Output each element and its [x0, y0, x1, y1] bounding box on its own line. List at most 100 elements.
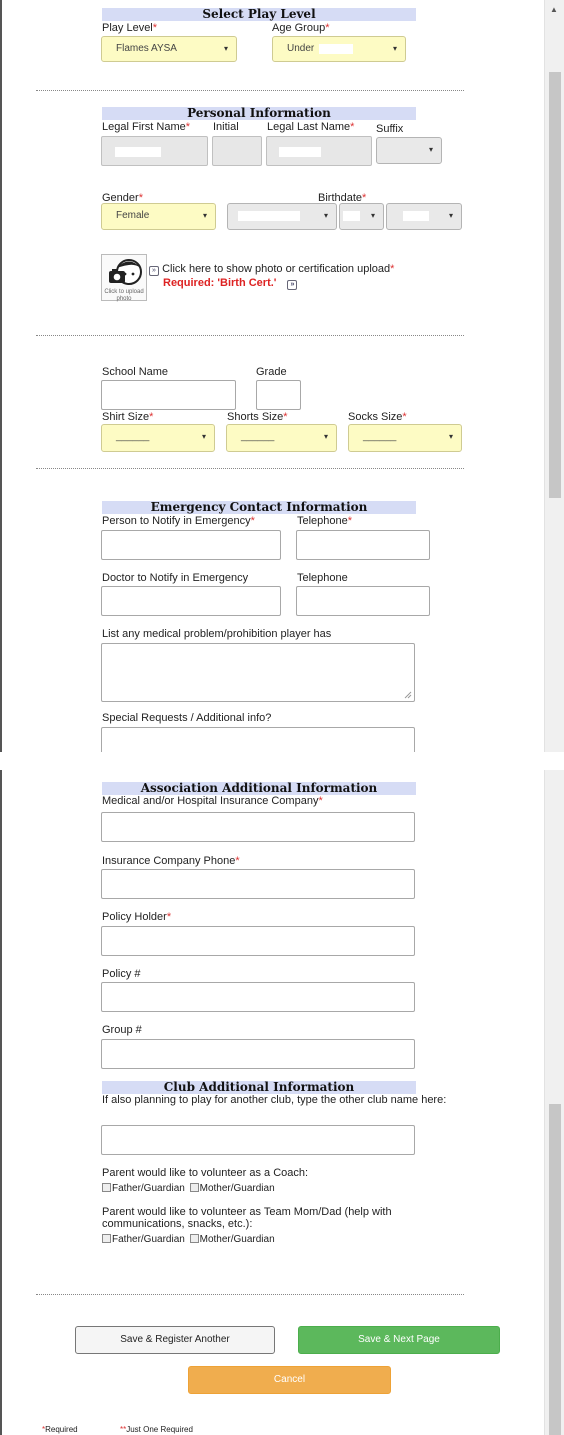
insurance-phone-label: Insurance Company Phone* [102, 855, 240, 867]
medical-textarea[interactable] [101, 643, 415, 702]
association-header: Association Additional Information [102, 782, 416, 795]
coach-father-label: Father/Guardian [112, 1183, 185, 1194]
group-number-input[interactable] [101, 1039, 415, 1069]
medical-label: List any medical problem/prohibition pla… [102, 628, 332, 640]
grade-input[interactable] [256, 380, 301, 410]
age-group-select[interactable]: Under ▾ [272, 36, 406, 62]
other-club-label: If also planning to play for another clu… [102, 1094, 447, 1106]
dropdown-caret-icon: ▾ [370, 211, 375, 220]
shorts-size-select[interactable]: ______ ▾ [226, 424, 337, 452]
window-left-border [0, 770, 2, 1435]
school-name-label: School Name [102, 366, 169, 378]
teammom-volunteer-options: Father/Guardian Mother/Guardian [102, 1234, 275, 1246]
vertical-scrollbar[interactable] [544, 770, 564, 1435]
shirt-size-select[interactable]: ______ ▾ [101, 424, 215, 452]
group-number-label: Group # [102, 1024, 142, 1036]
coach-mother-label: Mother/Guardian [199, 1183, 275, 1194]
policy-number-input[interactable] [101, 982, 415, 1012]
emergency-tel-input[interactable] [296, 530, 430, 560]
section-divider [36, 468, 464, 469]
birth-year-select[interactable]: ▾ [386, 203, 462, 230]
section-divider [36, 1294, 464, 1295]
birth-day-select[interactable]: ▾ [339, 203, 384, 230]
scrollbar-thumb[interactable] [549, 1104, 561, 1435]
coach-volunteer-label: Parent would like to volunteer as a Coac… [102, 1167, 309, 1179]
suffix-label: Suffix [376, 123, 404, 135]
last-name-label: Legal Last Name* [267, 121, 355, 133]
insurance-company-label: Medical and/or Hospital Insurance Compan… [102, 795, 323, 807]
other-club-input[interactable] [101, 1125, 415, 1155]
required-legend: *Required [42, 1425, 78, 1434]
scroll-up-arrow-icon[interactable]: ▲ [550, 6, 558, 14]
window-left-border [0, 0, 2, 752]
shirt-size-label: Shirt Size* [102, 411, 154, 423]
coach-volunteer-options: Father/Guardian Mother/Guardian [102, 1183, 275, 1195]
policy-number-label: Policy # [102, 968, 141, 980]
emergency-header: Emergency Contact Information [102, 501, 416, 514]
cancel-button[interactable]: Cancel [188, 1366, 391, 1394]
first-name-input[interactable] [101, 136, 208, 166]
dropdown-caret-icon: ▾ [428, 145, 433, 154]
dropdown-caret-icon: ▾ [223, 44, 228, 53]
initial-label: Initial [213, 121, 239, 133]
birth-month-select[interactable]: ▾ [227, 203, 337, 230]
upload-toggle-link[interactable]: » Click here to show photo or certificat… [149, 263, 394, 276]
grade-label: Grade [256, 366, 287, 378]
doctor-input[interactable] [101, 586, 281, 616]
save-register-another-button[interactable]: Save & Register Another [75, 1326, 275, 1354]
personal-info-header: Personal Information [102, 107, 416, 120]
vertical-scrollbar[interactable]: ▲ [544, 0, 564, 752]
expand-icon[interactable]: » [287, 280, 298, 290]
resize-grip-icon[interactable] [404, 691, 412, 699]
suffix-select[interactable]: ▾ [376, 137, 442, 164]
initial-input[interactable] [212, 136, 262, 166]
coach-mother-checkbox[interactable] [189, 1183, 199, 1192]
socks-size-label: Socks Size* [348, 411, 407, 423]
teammom-mother-checkbox[interactable] [189, 1234, 199, 1243]
policy-holder-label: Policy Holder* [102, 911, 172, 923]
special-requests-label: Special Requests / Additional info? [102, 712, 272, 724]
scrollbar-thumb[interactable] [549, 72, 561, 498]
school-name-input[interactable] [101, 380, 236, 410]
dropdown-caret-icon: ▾ [392, 44, 397, 53]
policy-holder-input[interactable] [101, 926, 415, 956]
photo-caption: Click to upload photo [104, 289, 144, 302]
gender-select[interactable]: Female ▾ [101, 203, 216, 230]
doctor-tel-label: Telephone [297, 572, 348, 584]
play-level-header: Select Play Level [102, 8, 416, 21]
dropdown-caret-icon: ▾ [448, 211, 453, 220]
socks-size-select[interactable]: ______ ▾ [348, 424, 462, 452]
shorts-size-label: Shorts Size* [227, 411, 288, 423]
save-next-page-button[interactable]: Save & Next Page [298, 1326, 500, 1354]
form-panel-bottom: Association Additional Information Medic… [0, 770, 564, 1435]
teammom-father-checkbox[interactable] [102, 1234, 111, 1243]
form-panel-top: ▲ Select Play Level Play Level* Age Grou… [0, 0, 564, 752]
teammom-father-label: Father/Guardian [112, 1234, 185, 1245]
play-level-select[interactable]: Flames AYSA ▾ [101, 36, 237, 62]
expand-icon[interactable]: » [149, 266, 159, 276]
teammom-mother-label: Mother/Guardian [199, 1234, 275, 1245]
age-group-label: Age Group* [272, 22, 330, 34]
emergency-tel-label: Telephone* [297, 515, 353, 527]
camera-user-icon [109, 259, 142, 285]
first-name-label: Legal First Name* [102, 121, 191, 133]
insurance-company-input[interactable] [101, 812, 415, 842]
doctor-label: Doctor to Notify in Emergency [102, 572, 249, 584]
dropdown-caret-icon: ▾ [202, 211, 207, 220]
required-doc-notice: Required: 'Birth Cert.' » [163, 277, 298, 290]
emergency-person-label: Person to Notify in Emergency* [102, 515, 255, 527]
section-divider [36, 335, 464, 336]
special-requests-textarea[interactable] [101, 727, 415, 752]
play-level-label: Play Level* [102, 22, 158, 34]
just-one-legend: **Just One Required [120, 1425, 193, 1434]
insurance-phone-input[interactable] [101, 869, 415, 899]
doctor-tel-input[interactable] [296, 586, 430, 616]
dropdown-caret-icon: ▾ [323, 432, 328, 441]
dropdown-caret-icon: ▾ [201, 432, 206, 441]
teammom-volunteer-label: Parent would like to volunteer as Team M… [102, 1206, 392, 1230]
photo-upload[interactable]: Click to upload photo [101, 254, 147, 302]
last-name-input[interactable] [266, 136, 372, 166]
section-divider [36, 90, 464, 91]
emergency-person-input[interactable] [101, 530, 281, 560]
coach-father-checkbox[interactable] [102, 1183, 111, 1192]
